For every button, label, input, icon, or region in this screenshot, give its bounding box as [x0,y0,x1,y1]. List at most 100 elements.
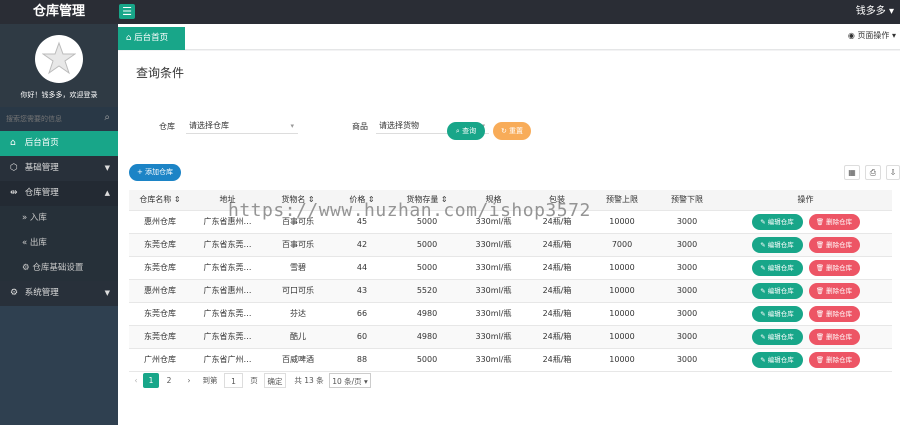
menu-toggle-icon[interactable]: ☰ [119,4,135,19]
main-content: ⌂ 后台首页 ◉ 页面操作 ▾ 查询条件 仓库 请选择仓库 ▾ 商品 请选择货物… [118,24,900,425]
column-header[interactable]: 货物存量 ⇕ [392,190,462,211]
sidebar-item-system[interactable]: ⚙ 系统管理 ▼ [0,281,118,306]
table-cell: 4980 [392,325,462,349]
top-navbar: 仓库管理 ☰ 钱多多 ▾ [0,0,900,24]
page-operations-menu[interactable]: ◉ 页面操作 ▾ [848,24,896,50]
sidebar-item-warehouse[interactable]: ⇹ 仓库管理 ▲ [0,181,118,206]
goto-page-input[interactable]: 1 [224,373,243,388]
table-cell: 3000 [655,210,719,234]
table-cell: 330ml/瓶 [462,256,525,280]
delete-warehouse-button[interactable]: 🗑 删除仓库 [808,259,860,276]
page-1-button[interactable]: 1 [143,373,159,388]
page-2-button[interactable]: 2 [163,373,175,388]
column-header[interactable]: 价格 ⇕ [332,190,392,211]
sort-icon: ⇕ [173,195,181,205]
reset-button-label: 重置 [509,127,524,135]
page-size-select[interactable]: 10 条/页 ▾ [329,373,371,388]
total-count: 共 13 条 [294,376,324,385]
search-button[interactable]: ⌕ 查询 [447,122,485,140]
reset-button[interactable]: ↻ 重置 [493,122,531,140]
user-menu[interactable]: 钱多多 ▾ [856,0,894,24]
columns-icon[interactable]: ▦ [844,165,860,180]
table-cell: 10000 [589,325,655,349]
table-cell: 10000 [589,279,655,303]
table-row: 东莞仓库 广东省东莞… 芬达 66 4980 330ml/瓶 24瓶/箱 10000 3000 ✎… [129,302,892,326]
sidebar-item-label: 后台首页 [24,138,59,148]
table-cell: 东莞仓库 [129,256,191,280]
edit-warehouse-button[interactable]: ✎ 编辑仓库 [751,236,803,253]
goods-select-value: 请选择货物 [379,121,419,130]
avatar[interactable] [35,35,83,83]
table-cell: 24瓶/箱 [525,256,589,280]
table-header-row: 仓库名称 ⇕ 地址 货物名 ⇕ 价格 ⇕ 货物存量 ⇕ 规格 包装 预警上限 预… [129,190,892,211]
chevron-left-icon: « [22,238,28,248]
column-header: 规格 [462,190,525,211]
chevron-down-icon: ▾ [888,6,894,17]
sidebar-item-home[interactable]: ⌂ 后台首页 [0,131,118,156]
search-icon[interactable]: ⌕ [104,112,110,123]
edit-warehouse-button[interactable]: ✎ 编辑仓库 [751,259,803,276]
print-icon[interactable]: ⇩ [886,165,900,180]
table-cell: 广东省东莞… [191,233,264,257]
edit-warehouse-button[interactable]: ✎ 编辑仓库 [751,282,803,299]
sidebar-item-basic[interactable]: ⬡ 基础管理 ▼ [0,156,118,181]
export-icon[interactable]: ⎙ [865,165,881,180]
table-cell: 10000 [589,302,655,326]
add-warehouse-button[interactable]: + 添加仓库 [129,164,181,181]
table-cell: 酷儿 [264,325,332,349]
edit-warehouse-button[interactable]: ✎ 编辑仓库 [751,213,803,230]
search-icon: ⌕ [455,127,460,135]
delete-warehouse-button[interactable]: 🗑 删除仓库 [808,351,860,368]
table-cell: 7000 [589,233,655,257]
goto-confirm-button[interactable]: 确定 [264,373,286,388]
query-title: 查询条件 [136,66,185,80]
column-header[interactable]: 货物名 ⇕ [264,190,332,211]
chevron-down-icon: ▾ [290,122,294,130]
tab-home[interactable]: ⌂ 后台首页 [118,27,185,50]
delete-warehouse-button[interactable]: 🗑 删除仓库 [808,328,860,345]
edit-warehouse-button[interactable]: ✎ 编辑仓库 [751,328,803,345]
table-cell: 42 [332,233,392,257]
table-cell: 330ml/瓶 [462,325,525,349]
delete-warehouse-button[interactable]: 🗑 删除仓库 [808,282,860,299]
table-cell: 330ml/瓶 [462,210,525,234]
warehouse-label: 仓库 [159,122,175,131]
table-row: 广州仓库 广东省广州… 百威啤酒 88 5000 330ml/瓶 24瓶/箱 10000 300… [129,348,892,372]
sidebar-item-warehouse-settings[interactable]: ⚙ 仓库基础设置 [0,256,118,281]
edit-warehouse-button[interactable]: ✎ 编辑仓库 [751,351,803,368]
user-name: 钱多多 [855,6,886,17]
column-header: 包装 [525,190,589,211]
table-cell: 24瓶/箱 [525,348,589,372]
caret-down-icon: ▼ [104,164,110,172]
caret-down-icon: ▾ [891,31,896,40]
table-cell: 10000 [589,256,655,280]
sidebar-item-inbound[interactable]: » 入库 [0,206,118,231]
sidebar-search-input[interactable] [6,113,96,125]
next-page-icon[interactable]: › [183,373,195,388]
sidebar-item-outbound[interactable]: « 出库 [0,231,118,256]
warehouse-select[interactable]: 请选择仓库 ▾ [186,118,298,134]
warehouse-table: 仓库名称 ⇕ 地址 货物名 ⇕ 价格 ⇕ 货物存量 ⇕ 规格 包装 预警上限 预… [129,190,892,372]
table-cell: 惠州仓库 [129,210,191,234]
edit-warehouse-button[interactable]: ✎ 编辑仓库 [751,305,803,322]
table-cell: 东莞仓库 [129,302,191,326]
tab-home-label: 后台首页 [134,33,169,43]
delete-warehouse-button[interactable]: 🗑 删除仓库 [808,213,860,230]
table-cell: 330ml/瓶 [462,302,525,326]
table-cell: 330ml/瓶 [462,279,525,303]
prev-page-icon[interactable]: ‹ [131,373,141,388]
refresh-icon: ↻ [500,127,507,135]
column-header[interactable]: 仓库名称 ⇕ [129,190,191,211]
table-cell: 330ml/瓶 [462,348,525,372]
sidebar: 你好！钱多多，欢迎登录 ⌕ ⌂ 后台首页 ⬡ 基础管理 ▼ ⇹ 仓库管理 ▲ »… [0,24,118,425]
table-cell: 45 [332,210,392,234]
caret-down-icon: ▼ [104,289,110,297]
page-ops-label: 页面操作 [857,31,890,40]
gear-icon: ⚙ [10,288,19,298]
table-row: 惠州仓库 广东省惠州… 可口可乐 43 5520 330ml/瓶 24瓶/箱 10000 300… [129,279,892,303]
table-cell: 24瓶/箱 [525,279,589,303]
table-cell: 10000 [589,210,655,234]
delete-warehouse-button[interactable]: 🗑 删除仓库 [808,236,860,253]
delete-warehouse-button[interactable]: 🗑 删除仓库 [808,305,860,322]
search-button-label: 查询 [462,127,477,135]
